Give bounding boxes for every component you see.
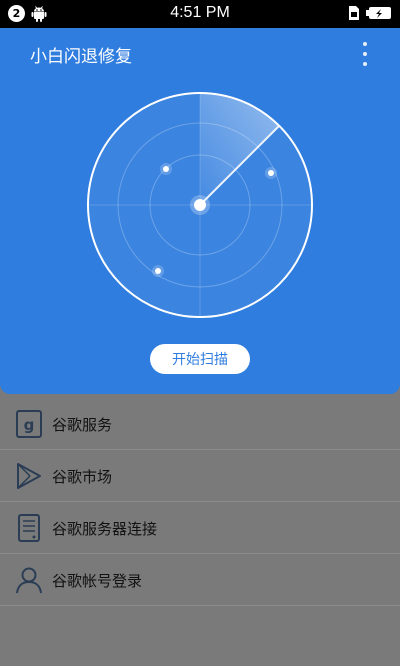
menu-item-google-services[interactable]: g 谷歌服务 <box>0 398 400 450</box>
start-scan-button[interactable]: 开始扫描 <box>150 344 250 374</box>
app-title: 小白闪退修复 <box>30 47 132 67</box>
menu-item-label: 谷歌服务器连接 <box>52 520 158 538</box>
menu-item-label: 谷歌市场 <box>52 468 113 486</box>
svg-text:g: g <box>24 416 35 434</box>
app-header: 小白闪退修复 开始扫描 <box>0 28 400 394</box>
menu-item-google-account[interactable]: 谷歌帐号登录 <box>0 554 400 606</box>
play-store-icon <box>17 463 41 489</box>
account-icon <box>16 567 42 594</box>
google-services-icon: g <box>16 410 42 438</box>
battery-icon <box>366 7 391 19</box>
sim-card-icon <box>349 6 359 20</box>
status-bar: 2 4:51 PM <box>0 0 400 28</box>
radar-scanner-icon <box>87 92 313 318</box>
menu-item-google-play[interactable]: 谷歌市场 <box>0 450 400 502</box>
overflow-menu-icon[interactable] <box>360 42 370 66</box>
menu-item-label: 谷歌服务 <box>52 416 113 434</box>
menu-item-server-connection[interactable]: 谷歌服务器连接 <box>0 502 400 554</box>
status-time: 4:51 PM <box>170 4 230 21</box>
server-connection-icon <box>18 514 40 542</box>
menu-item-label: 谷歌帐号登录 <box>52 572 143 590</box>
menu-list: g 谷歌服务 谷歌市场 谷歌服务器连接 谷歌帐号登录 <box>0 398 400 606</box>
